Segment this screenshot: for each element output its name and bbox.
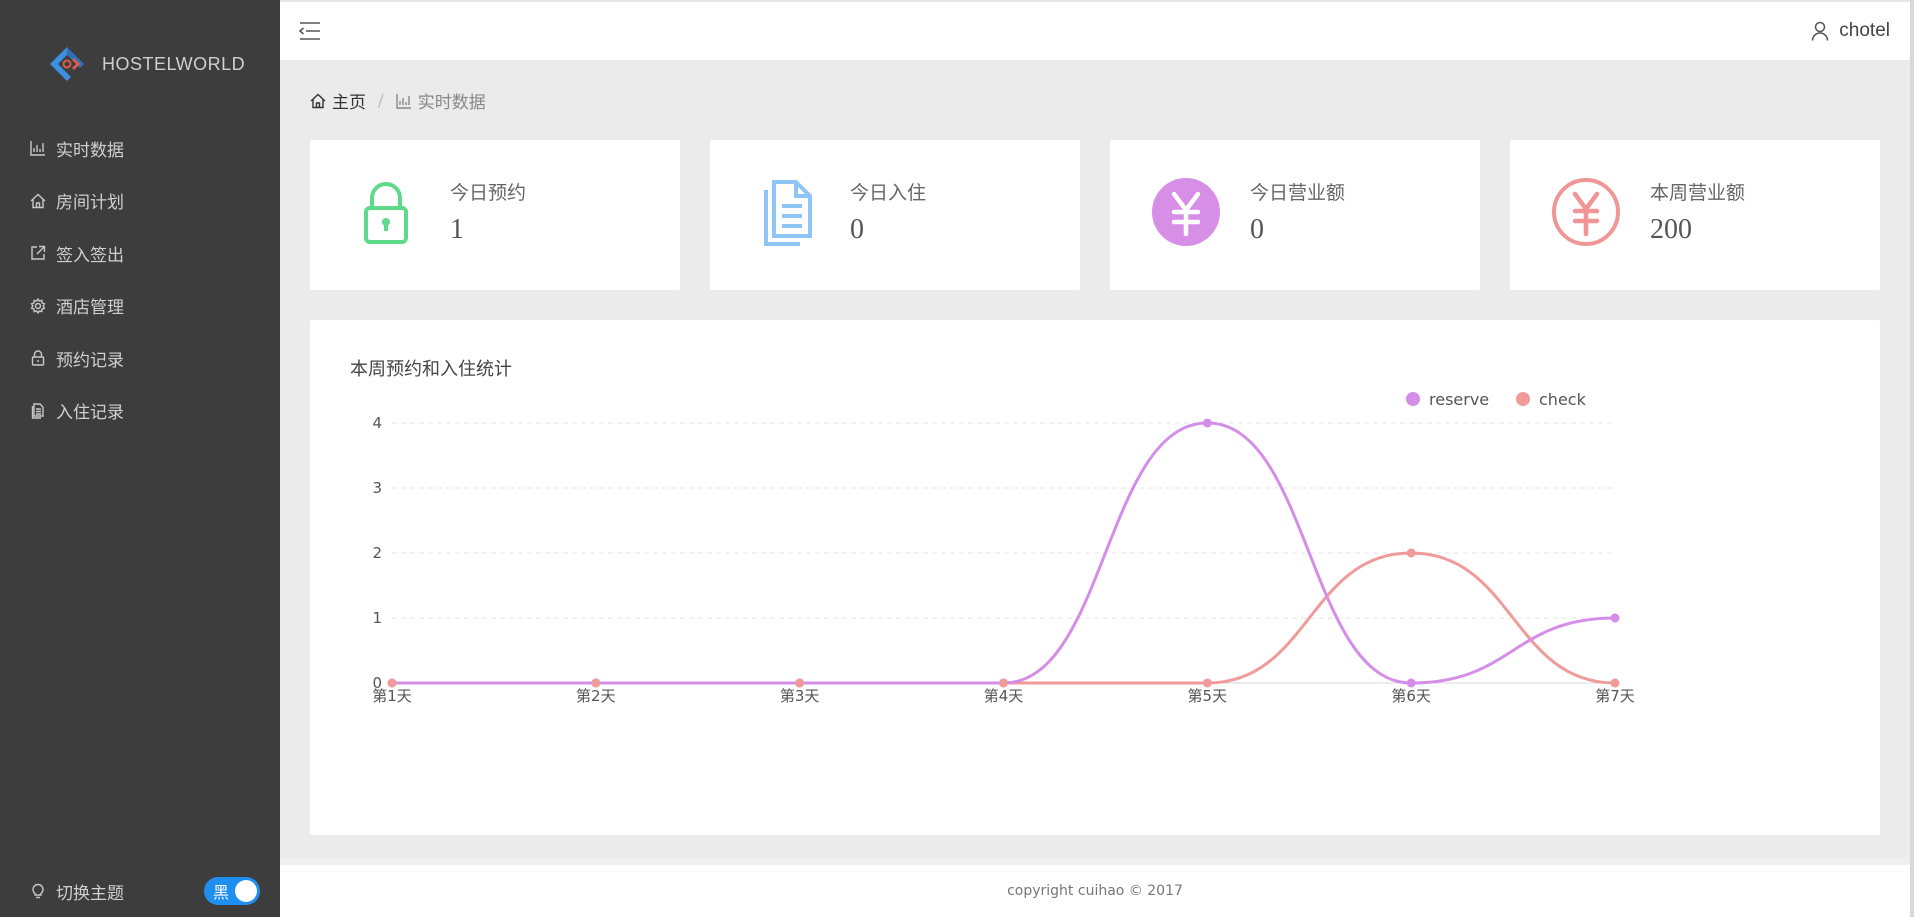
sidebar-item-label: 实时数据 (56, 140, 124, 161)
document-icon (31, 403, 44, 419)
data-point-check (387, 678, 397, 688)
main-content: 主页 / 实时数据 今日预约 1 今日入住 0 今日营业额 0 本周营业额 20… (280, 60, 1910, 857)
data-point-check (1406, 548, 1416, 558)
stat-card-value: 0 (850, 214, 864, 245)
top-header: chotel (280, 0, 1910, 60)
external-link-icon (31, 246, 46, 260)
sidebar-item-room-plan[interactable]: 房间计划 (0, 175, 280, 228)
stat-card-today-revenue: 今日营业额 0 (1110, 140, 1480, 290)
toggle-knob (235, 880, 257, 902)
data-point-check (1610, 678, 1620, 688)
legend-label-reserve: reserve (1429, 390, 1489, 409)
username: chotel (1839, 20, 1890, 41)
lightbulb-icon (32, 883, 44, 899)
x-tick-label: 第1天 (372, 687, 412, 705)
sidebar-item-label: 酒店管理 (56, 298, 124, 319)
stat-card-label: 今日入住 (850, 182, 927, 204)
legend-label-check: check (1539, 390, 1587, 409)
document-icon (764, 180, 812, 246)
breadcrumb-home-label: 主页 (332, 93, 366, 113)
theme-toggle-text: 黑 (213, 883, 230, 902)
sidebar-item-check-in-out[interactable]: 签入签出 (0, 227, 280, 280)
lock-icon (364, 182, 408, 244)
x-tick-label: 第2天 (576, 687, 616, 705)
menu-collapse-icon[interactable] (298, 20, 322, 42)
logo-icon (50, 47, 84, 81)
data-point-reserve (1610, 613, 1620, 623)
sidebar-item-label: 签入签出 (56, 245, 124, 266)
data-point-check (999, 678, 1008, 688)
gear-icon (30, 297, 46, 314)
sidebar-menu: 实时数据 房间计划 签入签出 酒店管理 预约记录 入住记录 (0, 122, 280, 437)
x-tick-label: 第7天 (1595, 687, 1635, 705)
data-point-check (591, 678, 601, 688)
footer: copyright cuihao © 2017 (280, 865, 1910, 917)
breadcrumb-separator: / (378, 90, 384, 111)
yen-circle-icon (1152, 178, 1220, 246)
legend-marker-check (1516, 392, 1530, 406)
breadcrumb-home[interactable]: 主页 (310, 88, 366, 113)
breadcrumb-current-label: 实时数据 (417, 93, 486, 113)
stat-card-today-check-ins: 今日入住 0 (710, 140, 1080, 290)
sidebar-item-realtime-data[interactable]: 实时数据 (0, 122, 280, 175)
brand[interactable]: HOSTELWORLD (47, 44, 245, 84)
x-tick-label: 第4天 (984, 687, 1024, 705)
sidebar: HOSTELWORLD 实时数据 房间计划 签入签出 酒店管理 预约记录 入住记… (0, 0, 280, 917)
home-icon (30, 193, 46, 208)
bar-chart-icon (30, 141, 45, 156)
breadcrumb: 主页 / 实时数据 (310, 88, 486, 113)
stat-cards: 今日预约 1 今日入住 0 今日营业额 0 本周营业额 200 (310, 140, 1880, 290)
sidebar-item-hotel-management[interactable]: 酒店管理 (0, 280, 280, 333)
weekly-chart-panel: 本周预约和入住统计 0 1 2 3 4 第1天 第2天 第3天 第4天 第5天 第6天 第7天 rese… (310, 320, 1880, 835)
data-point-check (795, 678, 805, 688)
user-menu[interactable]: chotel (1811, 20, 1890, 42)
stat-card-value: 0 (1250, 214, 1264, 245)
scrollbar[interactable] (1910, 0, 1914, 917)
breadcrumb-current: 实时数据 (396, 88, 486, 113)
x-tick-label: 第3天 (780, 687, 820, 705)
stat-card-today-reservations: 今日预约 1 (310, 140, 680, 290)
y-tick-label: 3 (372, 479, 382, 497)
stat-card-label: 今日营业额 (1250, 182, 1346, 204)
stat-card-label: 今日预约 (450, 182, 527, 204)
y-tick-label: 2 (372, 544, 382, 562)
data-point-check (1202, 678, 1212, 688)
brand-name: HOSTELWORLD (102, 53, 246, 74)
stat-card-value: 1 (450, 214, 464, 245)
sidebar-item-label: 房间计划 (56, 193, 124, 214)
sidebar-item-check-in-records[interactable]: 入住记录 (0, 385, 280, 438)
data-point-reserve (1406, 678, 1416, 688)
theme-switch-bar: 切换主题 黑 (0, 865, 280, 917)
theme-switch-label: 切换主题 (56, 883, 124, 904)
y-tick-label: 4 (372, 414, 382, 432)
stat-card-week-revenue: 本周营业额 200 (1510, 140, 1880, 290)
lock-icon (31, 350, 45, 366)
sidebar-item-reservation-records[interactable]: 预约记录 (0, 332, 280, 385)
home-icon (310, 93, 326, 108)
bar-chart-icon (396, 93, 411, 109)
stat-card-value: 200 (1650, 214, 1692, 245)
x-tick-label: 第6天 (1391, 687, 1431, 705)
x-tick-label: 第5天 (1188, 687, 1228, 705)
line-chart: 01234第1天 第2天 第3天 第4天 第5天 第6天 第7天reserve check (372, 390, 1635, 705)
user-icon (1812, 21, 1829, 41)
stat-card-label: 本周营业额 (1650, 182, 1746, 204)
sidebar-item-label: 预约记录 (56, 350, 124, 371)
legend-marker-reserve (1406, 392, 1420, 406)
data-point-reserve (1202, 418, 1212, 428)
theme-toggle[interactable]: 黑 (204, 877, 260, 905)
y-tick-label: 1 (372, 609, 382, 627)
sidebar-item-label: 入住记录 (56, 403, 124, 424)
copyright-text: copyright cuihao © 2017 (1007, 883, 1183, 899)
yen-circle-outline-icon (1552, 178, 1620, 246)
